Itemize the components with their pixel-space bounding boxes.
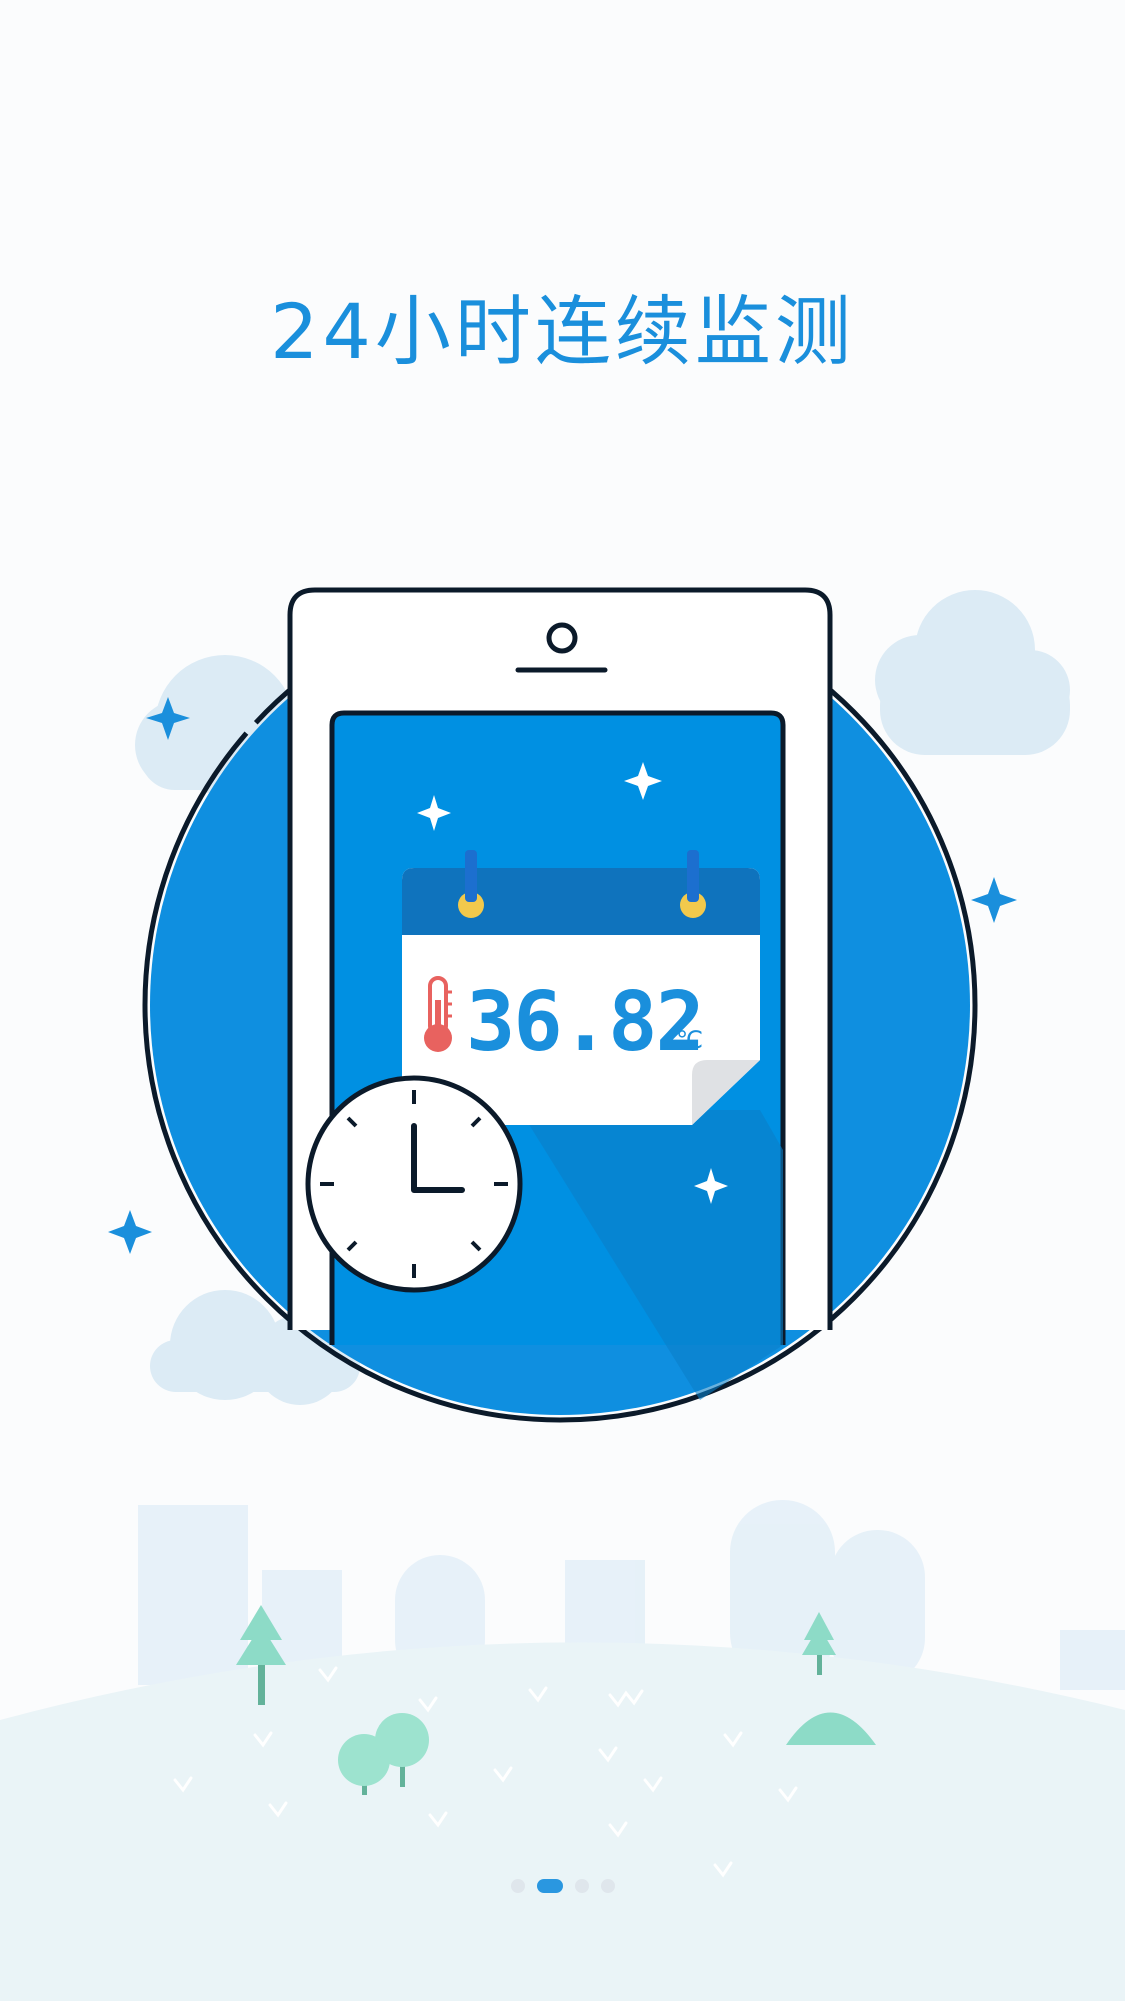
hill bbox=[0, 1642, 1125, 2001]
cloud-icon bbox=[875, 590, 1070, 755]
page-dot-active[interactable] bbox=[536, 1879, 563, 1893]
temperature-unit: ℃ bbox=[676, 1026, 703, 1054]
temperature-reading: 36.82 bbox=[466, 975, 703, 1070]
page-dot[interactable] bbox=[574, 1879, 589, 1893]
clock-icon bbox=[305, 1075, 523, 1293]
page-dot[interactable] bbox=[600, 1879, 615, 1893]
page-dot[interactable] bbox=[510, 1879, 525, 1893]
illustration: 36.82 ℃ bbox=[0, 587, 1125, 2001]
thermometer-icon bbox=[424, 976, 452, 1052]
page-indicator bbox=[0, 1876, 1125, 1896]
